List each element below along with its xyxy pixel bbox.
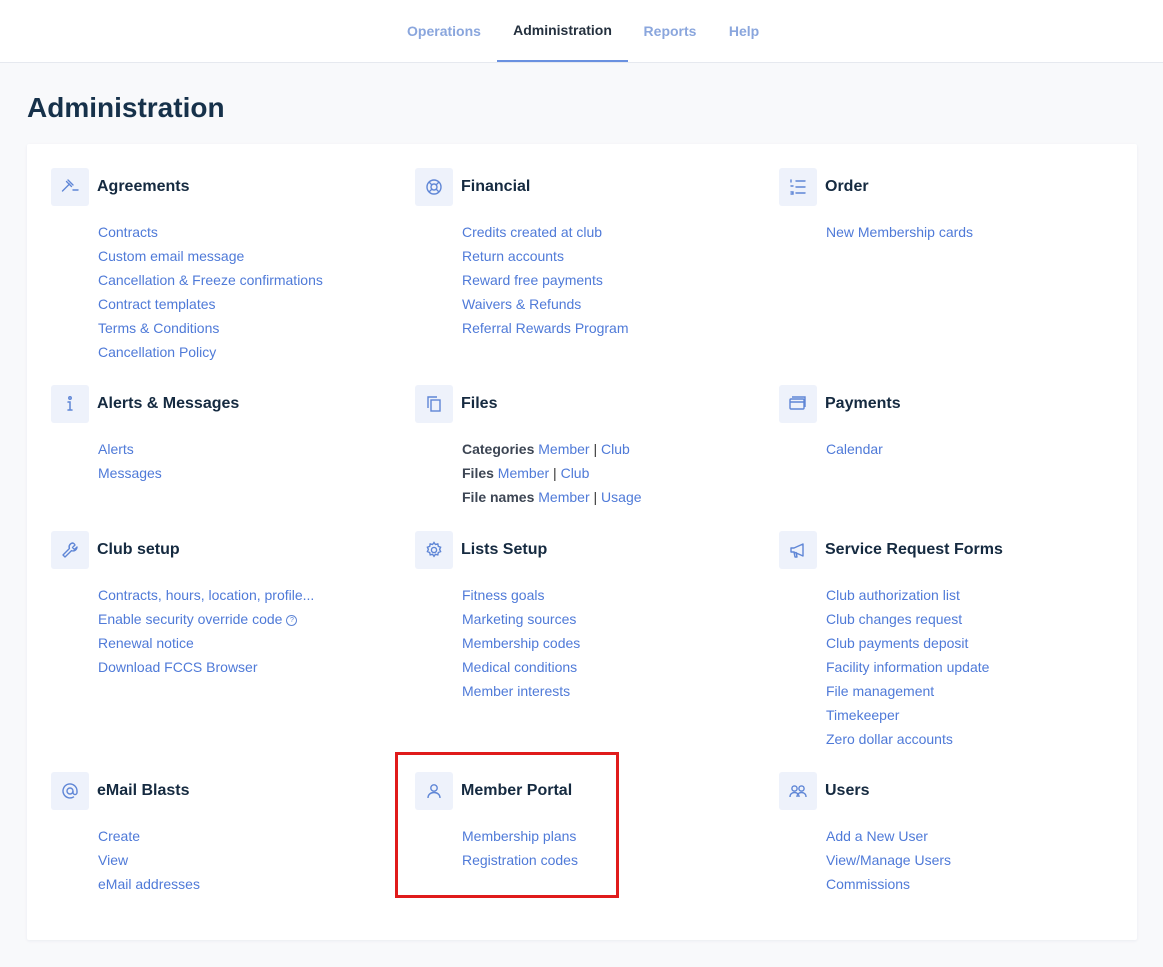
- link-files-member[interactable]: Member: [498, 465, 549, 481]
- link-medical-conditions[interactable]: Medical conditions: [462, 659, 577, 675]
- section-club-setup: Club setup Contracts, hours, location, p…: [51, 531, 314, 679]
- link-credits-created[interactable]: Credits created at club: [462, 224, 602, 240]
- link-renewal-notice[interactable]: Renewal notice: [98, 635, 194, 651]
- link-contracts[interactable]: Contracts: [98, 224, 158, 240]
- section-alerts-messages: Alerts & Messages Alerts Messages: [51, 385, 239, 485]
- link-file-names-usage[interactable]: Usage: [601, 489, 641, 505]
- link-download-fccs-browser[interactable]: Download FCCS Browser: [98, 659, 258, 675]
- link-marketing-sources[interactable]: Marketing sources: [462, 611, 576, 627]
- section-title: Financial: [461, 178, 531, 195]
- tab-help[interactable]: Help: [718, 0, 770, 62]
- row-label: Categories: [462, 441, 535, 457]
- section-title: Agreements: [97, 178, 190, 195]
- list-icon: [779, 168, 817, 206]
- separator: |: [553, 465, 557, 481]
- section-title: eMail Blasts: [97, 782, 190, 799]
- users-icon: [779, 772, 817, 810]
- help-circle-icon[interactable]: ?: [286, 614, 298, 626]
- link-membership-codes[interactable]: Membership codes: [462, 635, 580, 651]
- link-zero-dollar-accounts[interactable]: Zero dollar accounts: [826, 731, 953, 747]
- section-title: Service Request Forms: [825, 541, 1003, 558]
- tab-operations[interactable]: Operations: [397, 0, 491, 62]
- at-icon: [51, 772, 89, 810]
- link-files-club[interactable]: Club: [561, 465, 590, 481]
- section-title: Order: [825, 178, 869, 195]
- link-calendar[interactable]: Calendar: [826, 441, 883, 457]
- link-categories-member[interactable]: Member: [538, 441, 589, 457]
- tab-administration[interactable]: Administration: [497, 0, 628, 62]
- copy-icon: [415, 385, 453, 423]
- cards-icon: [779, 385, 817, 423]
- section-title: Users: [825, 782, 870, 799]
- link-view[interactable]: View: [98, 852, 128, 868]
- top-nav: Operations Administration Reports Help: [0, 0, 1163, 63]
- page-title: Administration: [27, 92, 225, 123]
- link-enable-security-override[interactable]: Enable security override code: [98, 611, 282, 627]
- link-commissions[interactable]: Commissions: [826, 876, 910, 892]
- link-referral-rewards[interactable]: Referral Rewards Program: [462, 320, 629, 336]
- files-row-categories: Categories Member | Club: [462, 437, 642, 461]
- section-financial: Financial Credits created at club Return…: [415, 168, 629, 340]
- gavel-icon: [51, 168, 89, 206]
- files-row-files: Files Member | Club: [462, 461, 642, 485]
- link-return-accounts[interactable]: Return accounts: [462, 248, 564, 264]
- link-fitness-goals[interactable]: Fitness goals: [462, 587, 544, 603]
- link-facility-information-update[interactable]: Facility information update: [826, 659, 989, 675]
- link-file-names-member[interactable]: Member: [538, 489, 589, 505]
- link-cancellation-policy[interactable]: Cancellation Policy: [98, 344, 216, 360]
- link-view-manage-users[interactable]: View/Manage Users: [826, 852, 951, 868]
- link-contract-templates[interactable]: Contract templates: [98, 296, 216, 312]
- section-agreements: Agreements Contracts Custom email messag…: [51, 168, 323, 364]
- link-reward-free-payments[interactable]: Reward free payments: [462, 272, 603, 288]
- section-service-request-forms: Service Request Forms Club authorization…: [779, 531, 1003, 751]
- section-title: Payments: [825, 395, 901, 412]
- link-alerts[interactable]: Alerts: [98, 441, 134, 457]
- link-club-authorization-list[interactable]: Club authorization list: [826, 587, 960, 603]
- link-add-new-user[interactable]: Add a New User: [826, 828, 928, 844]
- section-title: Lists Setup: [461, 541, 548, 558]
- link-custom-email-message[interactable]: Custom email message: [98, 248, 244, 264]
- link-club-payments-deposit[interactable]: Club payments deposit: [826, 635, 968, 651]
- link-messages[interactable]: Messages: [98, 465, 162, 481]
- info-icon: [51, 385, 89, 423]
- tab-reports[interactable]: Reports: [634, 0, 706, 62]
- gear-icon: [415, 531, 453, 569]
- section-title: Files: [461, 395, 498, 412]
- link-contracts-hours-location[interactable]: Contracts, hours, location, profile...: [98, 587, 314, 603]
- row-label: File names: [462, 489, 535, 505]
- section-lists-setup: Lists Setup Fitness goals Marketing sour…: [415, 531, 580, 703]
- megaphone-icon: [779, 531, 817, 569]
- link-cancellation-freeze[interactable]: Cancellation & Freeze confirmations: [98, 272, 323, 288]
- wrench-icon: [51, 531, 89, 569]
- link-terms-conditions[interactable]: Terms & Conditions: [98, 320, 219, 336]
- link-new-membership-cards[interactable]: New Membership cards: [826, 224, 973, 240]
- separator: |: [593, 441, 598, 457]
- section-order: Order New Membership cards: [779, 168, 973, 244]
- link-file-management[interactable]: File management: [826, 683, 934, 699]
- separator: |: [593, 489, 598, 505]
- highlight-box: [395, 752, 619, 898]
- link-email-addresses[interactable]: eMail addresses: [98, 876, 200, 892]
- lifebuoy-icon: [415, 168, 453, 206]
- link-club-changes-request[interactable]: Club changes request: [826, 611, 962, 627]
- section-files: Files Categories Member | Club Files Mem…: [415, 385, 642, 509]
- section-title: Alerts & Messages: [97, 395, 240, 412]
- section-users: Users Add a New User View/Manage Users C…: [779, 772, 951, 896]
- section-email-blasts: eMail Blasts Create View eMail addresses: [51, 772, 200, 896]
- link-timekeeper[interactable]: Timekeeper: [826, 707, 899, 723]
- link-categories-club[interactable]: Club: [601, 441, 630, 457]
- link-create[interactable]: Create: [98, 828, 140, 844]
- files-row-file-names: File names Member | Usage: [462, 485, 642, 509]
- link-member-interests[interactable]: Member interests: [462, 683, 570, 699]
- section-title: Club setup: [97, 541, 180, 558]
- row-label: Files: [462, 465, 494, 481]
- link-waivers-refunds[interactable]: Waivers & Refunds: [462, 296, 581, 312]
- section-payments: Payments Calendar: [779, 385, 901, 461]
